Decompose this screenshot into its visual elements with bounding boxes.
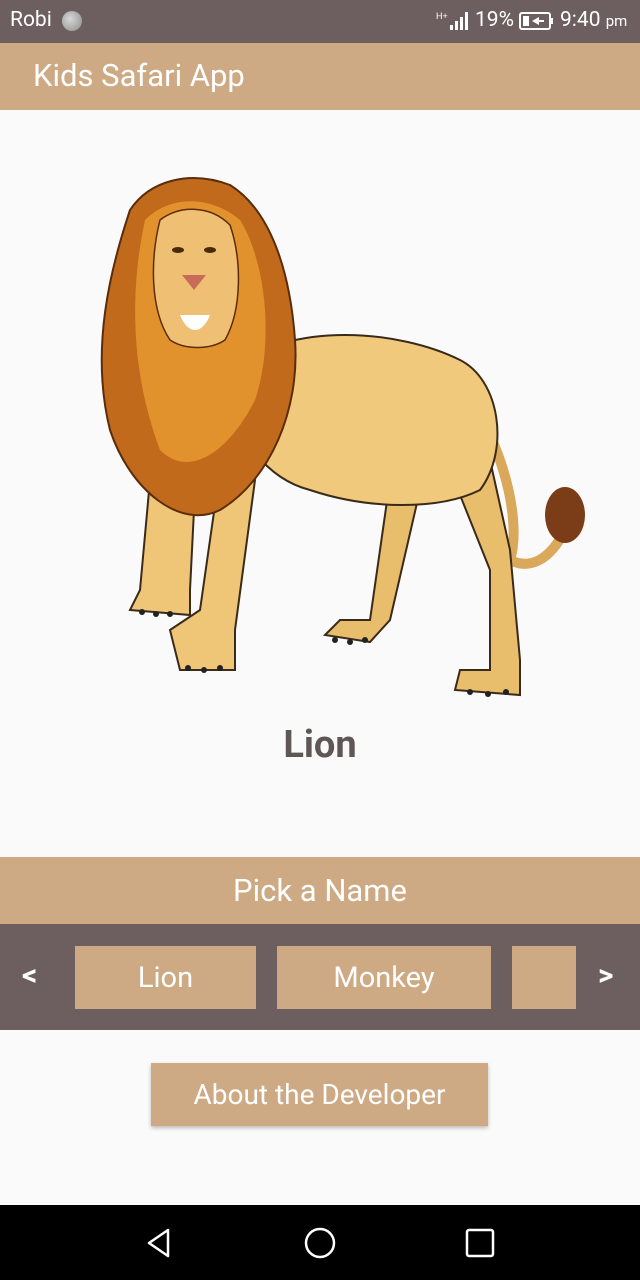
recents-icon[interactable] — [464, 1227, 496, 1259]
back-icon[interactable] — [144, 1227, 176, 1259]
about-developer-button[interactable]: About the Developer — [151, 1063, 488, 1126]
lion-illustration — [100, 177, 585, 697]
app-title: Kids Safari App — [33, 57, 245, 94]
name-picker: < Lion Monkey > — [0, 924, 640, 1030]
pick-name-header: Pick a Name — [0, 857, 640, 924]
animal-name: Lion — [283, 723, 357, 767]
carrier-name: Robi — [10, 8, 52, 32]
next-arrow-button[interactable]: > — [598, 958, 613, 993]
clock: 9:40 pm — [560, 8, 627, 32]
clock-time: 9:40 — [560, 8, 601, 32]
name-option-monkey[interactable]: Monkey — [277, 946, 491, 1009]
name-option-partial[interactable] — [512, 946, 576, 1009]
status-bar: Robi H+ 19% 9:40 pm — [0, 0, 640, 43]
network-type-label: H+ — [436, 11, 448, 21]
previous-arrow-button[interactable]: < — [22, 958, 37, 993]
home-icon[interactable] — [304, 1227, 336, 1259]
battery-icon — [519, 12, 553, 30]
clock-suffix: pm — [605, 12, 628, 30]
signal-icon: H+ — [436, 11, 468, 30]
name-option-lion[interactable]: Lion — [75, 946, 256, 1009]
carrier-status-icon — [62, 11, 82, 31]
navigation-bar — [0, 1205, 640, 1280]
app-bar: Kids Safari App — [0, 43, 640, 110]
battery-percent: 19% — [475, 8, 514, 32]
